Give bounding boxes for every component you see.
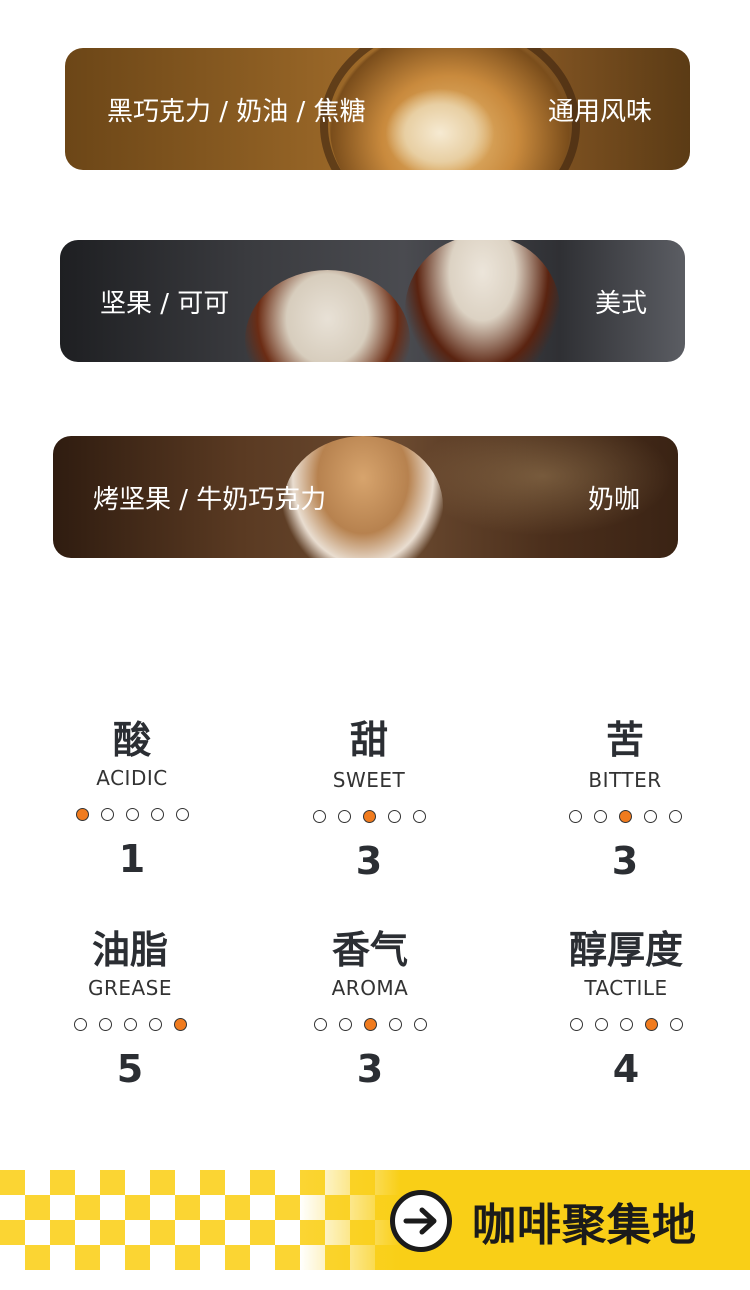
rating-dot bbox=[619, 1018, 633, 1031]
metric-tactile: 醇厚度 TACTILE 4 bbox=[546, 928, 706, 1091]
flavor-card-americano[interactable]: 坚果 / 可可 美式 bbox=[60, 240, 685, 362]
footer-label[interactable]: 咖啡聚集地 bbox=[472, 1189, 697, 1253]
rating-dot bbox=[123, 1018, 137, 1031]
rating-dot bbox=[148, 1018, 162, 1031]
rating-dot bbox=[100, 808, 114, 821]
rating-dot bbox=[312, 810, 326, 823]
rating-dots bbox=[52, 808, 212, 821]
rating-dots bbox=[546, 1018, 706, 1031]
metric-aroma: 香气 AROMA 3 bbox=[290, 928, 450, 1091]
rating-dot bbox=[98, 1018, 112, 1031]
metric-value: 3 bbox=[611, 839, 639, 883]
flavor-type: 奶咖 bbox=[587, 484, 640, 515]
footer-banner[interactable]: 咖啡聚集地 bbox=[0, 1170, 750, 1270]
rating-dot-active bbox=[618, 810, 632, 823]
rating-dot bbox=[413, 1018, 427, 1031]
flavor-notes: 烤坚果 / 牛奶巧克力 bbox=[93, 484, 327, 515]
rating-dot bbox=[337, 810, 351, 823]
metric-name-en: AROMA bbox=[331, 976, 409, 1000]
rating-dot-active bbox=[363, 1018, 377, 1031]
rating-dot bbox=[73, 1018, 87, 1031]
metric-name-en: ACIDIC bbox=[96, 766, 168, 790]
metric-name-en: TACTILE bbox=[584, 976, 668, 1000]
metric-name: 酸 bbox=[112, 718, 151, 762]
metric-name-en: GREASE bbox=[87, 976, 173, 1000]
metric-grease: 油脂 GREASE 5 bbox=[50, 928, 210, 1091]
iced-coffee-image bbox=[405, 240, 560, 362]
rating-dots bbox=[545, 810, 705, 823]
rating-dot-active bbox=[362, 810, 376, 823]
metric-name: 油脂 bbox=[91, 928, 168, 972]
metric-value: 3 bbox=[355, 839, 383, 883]
flavor-type: 通用风味 bbox=[547, 96, 652, 127]
rating-dot bbox=[387, 810, 401, 823]
rating-dot bbox=[569, 1018, 583, 1031]
metric-name-en: SWEET bbox=[332, 768, 406, 792]
latte-art-image bbox=[385, 88, 495, 170]
metric-name-en: BITTER bbox=[588, 768, 662, 792]
rating-dot bbox=[669, 1018, 683, 1031]
rating-dot bbox=[313, 1018, 327, 1031]
coffee-hub-link[interactable]: 咖啡聚集地 bbox=[390, 1186, 697, 1256]
rating-dot bbox=[668, 810, 682, 823]
rating-dot bbox=[150, 808, 164, 821]
rating-dot bbox=[388, 1018, 402, 1031]
rating-dot bbox=[338, 1018, 352, 1031]
rating-dot bbox=[643, 810, 657, 823]
flavor-card-milk-coffee[interactable]: 烤坚果 / 牛奶巧克力 奶咖 bbox=[53, 436, 678, 558]
metric-name: 醇厚度 bbox=[568, 928, 683, 972]
metric-name: 香气 bbox=[331, 928, 408, 972]
metric-bitter: 苦 BITTER 3 bbox=[545, 718, 705, 883]
rating-dot bbox=[593, 810, 607, 823]
flavor-type: 美式 bbox=[594, 288, 647, 319]
rating-dots bbox=[290, 1018, 450, 1031]
metric-value: 5 bbox=[116, 1047, 144, 1091]
metric-sweet: 甜 SWEET 3 bbox=[289, 718, 449, 883]
iced-coffee-image bbox=[245, 270, 410, 362]
arrow-right-icon[interactable] bbox=[390, 1190, 452, 1252]
metric-value: 1 bbox=[118, 837, 146, 881]
rating-dots bbox=[50, 1018, 210, 1031]
rating-dot bbox=[125, 808, 139, 821]
rating-dots bbox=[289, 810, 449, 823]
rating-dot bbox=[568, 810, 582, 823]
metric-value: 3 bbox=[356, 1047, 384, 1091]
rating-dot-active bbox=[75, 808, 89, 821]
flavor-card-universal[interactable]: 黑巧克力 / 奶油 / 焦糖 通用风味 bbox=[65, 48, 690, 170]
flavor-notes: 坚果 / 可可 bbox=[100, 288, 230, 319]
metric-value: 4 bbox=[612, 1047, 640, 1091]
rating-dot-active bbox=[173, 1018, 187, 1031]
rating-dot-active bbox=[644, 1018, 658, 1031]
rating-dot bbox=[175, 808, 189, 821]
metric-name: 苦 bbox=[605, 718, 644, 762]
metric-name: 甜 bbox=[349, 718, 388, 762]
pattern-fade bbox=[300, 1170, 400, 1270]
rating-dot bbox=[412, 810, 426, 823]
rating-dot bbox=[594, 1018, 608, 1031]
metric-acidic: 酸 ACIDIC 1 bbox=[52, 718, 212, 881]
flavor-notes: 黑巧克力 / 奶油 / 焦糖 bbox=[107, 96, 366, 127]
